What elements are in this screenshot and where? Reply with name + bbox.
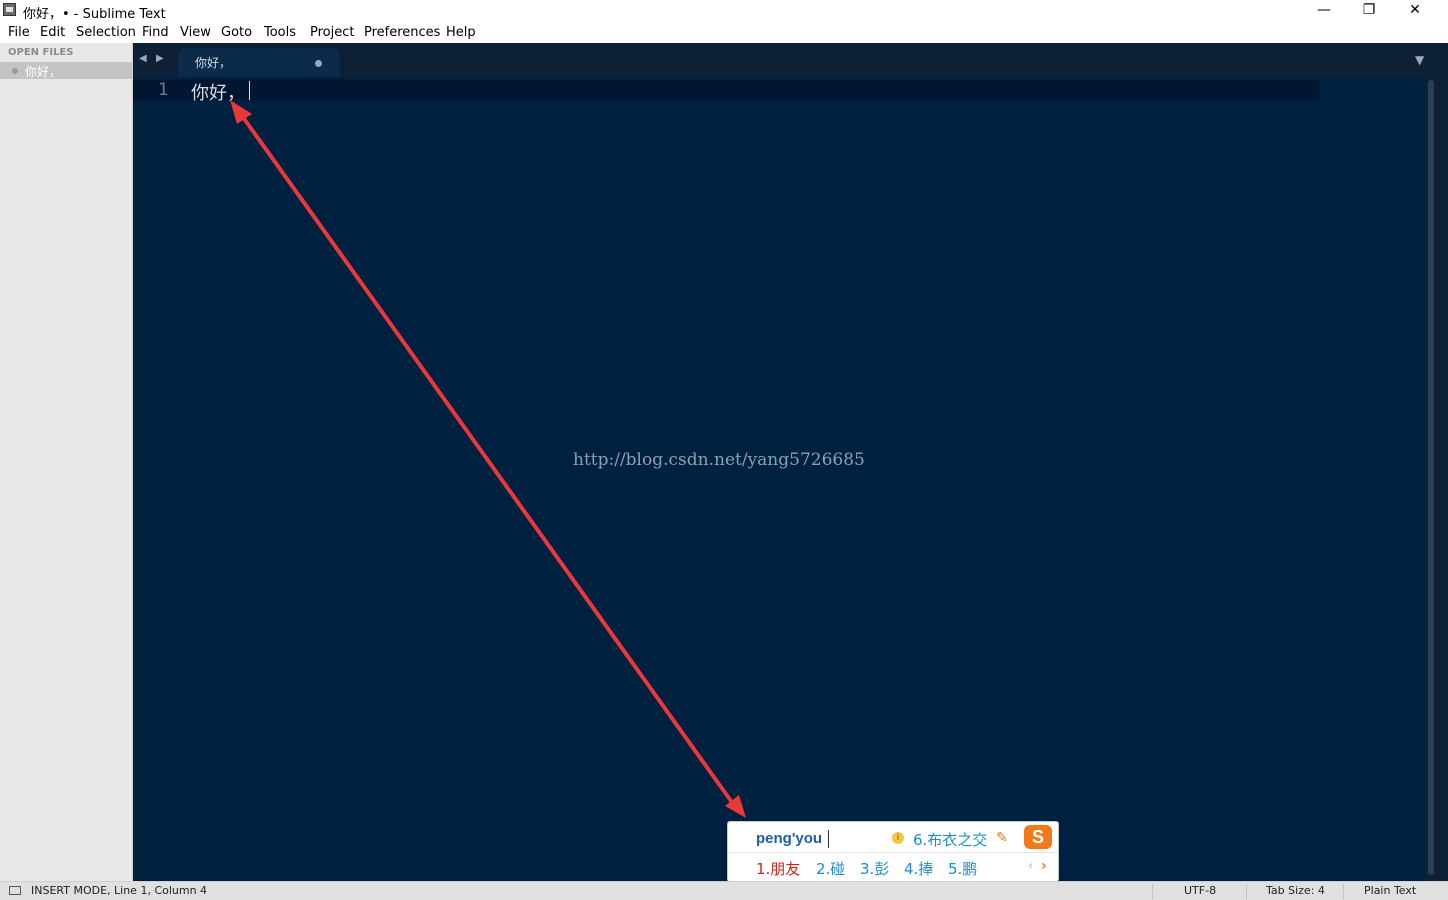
pen-icon[interactable]: ✎ — [996, 830, 1008, 846]
open-file-item[interactable]: 你好， — [0, 62, 132, 79]
line-number: 1 — [158, 80, 169, 100]
status-syntax[interactable]: Plain Text — [1364, 884, 1416, 897]
editor-area[interactable]: 1 你好， http://blog.csdn.net/yang5726685 — [133, 77, 1425, 881]
ime-candidate-2[interactable]: 2.碰 — [816, 858, 845, 879]
menu-view[interactable]: View — [180, 25, 211, 40]
menu-help[interactable]: Help — [446, 25, 476, 40]
status-divider — [1343, 884, 1344, 899]
close-button[interactable]: ✕ — [1392, 0, 1438, 22]
ime-next-page-icon[interactable]: › — [1041, 858, 1047, 874]
sidebar: OPEN FILES 你好， — [0, 43, 133, 881]
panel-toggle-icon[interactable] — [9, 886, 21, 895]
status-divider — [1246, 884, 1247, 899]
ime-prev-page-icon[interactable]: ‹ — [1028, 858, 1034, 874]
window-title: 你好，• - Sublime Text — [23, 7, 166, 22]
ime-candidate-6[interactable]: 6.布衣之交 — [913, 829, 987, 850]
ime-candidate-3[interactable]: 3.彭 — [860, 858, 889, 879]
scrollbar-thumb[interactable] — [1428, 80, 1434, 875]
ime-candidate-5[interactable]: 5.鹏 — [948, 858, 977, 879]
minimize-button[interactable]: — — [1301, 0, 1347, 22]
status-bar: INSERT MODE, Line 1, Column 4 UTF-8 Tab … — [0, 881, 1448, 900]
title-bar: 你好，• - Sublime Text — ❐ ✕ — [0, 0, 1448, 22]
tab-dirty-indicator-icon[interactable] — [315, 60, 322, 67]
ime-candidate-1[interactable]: 1.朋友 — [756, 858, 800, 879]
menu-project[interactable]: Project — [310, 25, 354, 40]
menu-tools[interactable]: Tools — [264, 25, 296, 40]
open-file-label: 你好， — [25, 65, 62, 79]
ime-candidate-window: peng'you i 6.布衣之交 ✎ S 1.朋友 2.碰 3.彭 4.捧 5… — [727, 821, 1059, 882]
tab-active-file[interactable]: 你好， — [178, 48, 340, 77]
ime-composition-input: peng'you — [756, 830, 823, 847]
status-mode-position: INSERT MODE, Line 1, Column 4 — [31, 884, 208, 897]
watermark-url: http://blog.csdn.net/yang5726685 — [573, 450, 865, 470]
menu-preferences[interactable]: Preferences — [364, 25, 440, 40]
open-files-header: OPEN FILES — [8, 47, 74, 58]
tab-back-arrow-icon[interactable]: ◀ — [139, 53, 147, 64]
sogou-logo-icon[interactable]: S — [1024, 825, 1052, 849]
status-tab-size[interactable]: Tab Size: 4 — [1266, 884, 1325, 897]
tab-label: 你好， — [195, 56, 232, 70]
text-caret — [249, 81, 250, 100]
tab-list-dropdown-icon[interactable]: ▼ — [1415, 53, 1424, 67]
menu-selection[interactable]: Selection — [76, 25, 136, 40]
status-encoding[interactable]: UTF-8 — [1184, 884, 1216, 897]
file-dirty-dot-icon — [12, 68, 18, 74]
info-icon[interactable]: i — [892, 832, 904, 844]
menu-edit[interactable]: Edit — [40, 25, 65, 40]
status-divider — [1152, 884, 1153, 899]
tab-bar: ◀ ▶ 你好， ▼ — [133, 43, 1448, 77]
menu-bar: File Edit Selection Find View Goto Tools… — [0, 22, 1448, 42]
tab-forward-arrow-icon[interactable]: ▶ — [156, 53, 164, 64]
ime-caret — [828, 830, 829, 848]
menu-goto[interactable]: Goto — [221, 25, 252, 40]
menu-file[interactable]: File — [8, 25, 30, 40]
ime-candidate-4[interactable]: 4.捧 — [904, 858, 933, 879]
code-line[interactable]: 你好， — [191, 79, 245, 105]
menu-find[interactable]: Find — [142, 25, 169, 40]
ime-divider — [728, 852, 1058, 853]
vertical-scrollbar[interactable] — [1425, 77, 1448, 881]
sublime-app-icon — [3, 3, 16, 16]
restore-button[interactable]: ❐ — [1346, 0, 1392, 22]
current-line-highlight — [133, 80, 1320, 100]
